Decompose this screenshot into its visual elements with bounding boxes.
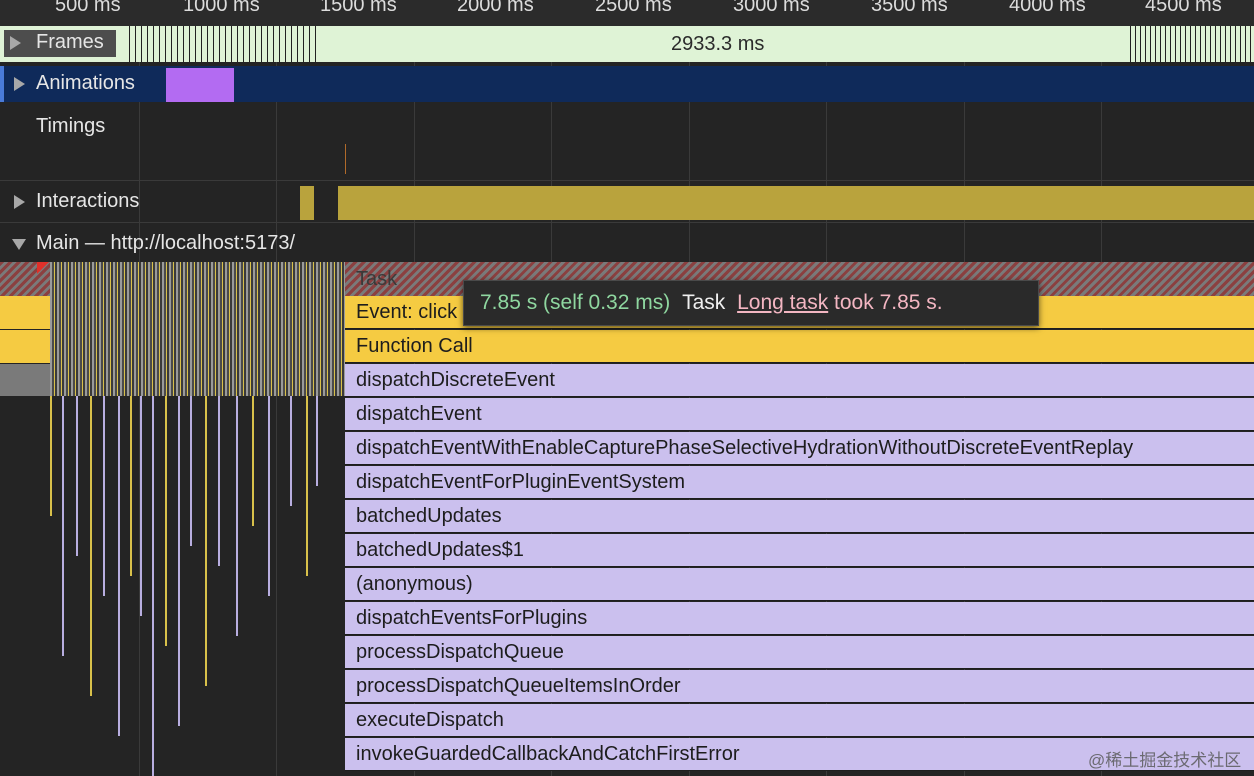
call-stack-stripe [290,396,292,506]
ruler-tick: 3500 ms [871,0,948,16]
call-stack-stripe [130,396,132,576]
task-label: Task [356,268,398,290]
flame-frame[interactable]: processDispatchQueue [345,636,1254,669]
flame-label: (anonymous) [356,573,473,595]
ruler-tick: 1000 ms [183,0,260,16]
watermark: @稀土掘金技术社区 [1088,751,1242,770]
call-stack-stripe [268,396,270,596]
main-thread-label: Main — http://localhost:5173/ [36,232,296,254]
call-stack-stripe [236,396,238,636]
call-stack-stripe [165,396,167,646]
call-stack-stripe [218,396,220,566]
expand-arrow-icon[interactable] [14,195,25,209]
ruler-tick: 2000 ms [457,0,534,16]
ruler-tick: 1500 ms [320,0,397,16]
collapse-arrow-icon[interactable] [12,239,26,250]
flame-label: dispatchEvent [356,403,482,425]
call-stack-stripe [62,396,64,656]
timing-marker[interactable] [345,144,346,174]
flame-frame[interactable]: dispatchEventWithEnableCapturePhaseSelec… [345,432,1254,465]
task-stripes[interactable] [50,262,345,396]
flame-label: invokeGuardedCallbackAndCatchFirstError [356,743,740,765]
ruler-tick: 500 ms [55,0,121,16]
call-stack-stripe [306,396,308,576]
call-stack-stripe [316,396,318,486]
flame-label: processDispatchQueue [356,641,564,663]
call-stack-stripe [140,396,142,616]
call-stack-stripe [76,396,78,556]
task-tooltip: 7.85 s (self 0.32 ms) Task Long task too… [463,280,1039,326]
interaction-bar[interactable] [338,186,1254,220]
task-block[interactable] [0,330,50,363]
divider [0,222,1254,223]
frame-duration: 2933.3 ms [671,33,765,55]
frames-label-box[interactable]: Frames [4,30,116,57]
task-block[interactable] [0,296,50,329]
interaction-bar[interactable] [300,186,314,220]
animations-track[interactable]: Animations [0,66,1254,102]
flame-frame[interactable]: dispatchEventForPluginEventSystem [345,466,1254,499]
ruler-tick: 4500 ms [1145,0,1222,16]
flame-label: dispatchDiscreteEvent [356,369,555,391]
flame-label: batchedUpdates$1 [356,539,524,561]
flame-frame[interactable]: processDispatchQueueItemsInOrder [345,670,1254,703]
short-tasks-area[interactable] [0,262,345,776]
flame-label: processDispatchQueueItemsInOrder [356,675,681,697]
interactions-label: Interactions [36,190,140,212]
flame-frame[interactable]: dispatchDiscreteEvent [345,364,1254,397]
ruler-tick: 4000 ms [1009,0,1086,16]
flame-label: dispatchEventWithEnableCapturePhaseSelec… [356,437,1134,459]
timings-label: Timings [36,115,106,137]
call-stack-stripe [190,396,192,546]
call-stack-stripes [0,396,345,776]
track-selected-indicator [0,66,4,102]
animation-block[interactable] [166,68,234,102]
ruler-tick: 2500 ms [595,0,672,16]
call-stack-stripe [252,396,254,526]
flame-label: executeDispatch [356,709,504,731]
frames-track[interactable]: Frames 2933.3 ms [0,26,1254,62]
flame-label: dispatchEventsForPlugins [356,607,588,629]
call-stack-stripe [50,396,52,516]
ruler-tick: 3000 ms [733,0,810,16]
flame-label: batchedUpdates [356,505,502,527]
flame-function-call[interactable]: Function Call [345,330,1254,363]
expand-arrow-icon[interactable] [10,36,21,50]
timings-track[interactable]: Timings [0,104,1254,180]
divider [0,180,1254,181]
frames-label: Frames [36,31,104,53]
flame-frame[interactable]: dispatchEventsForPlugins [345,602,1254,635]
call-stack-stripe [178,396,180,726]
flame-frame[interactable]: executeDispatch [345,704,1254,737]
frame-markers [124,26,317,62]
flame-label: Function Call [356,335,473,357]
expand-arrow-icon[interactable] [14,77,25,91]
time-ruler[interactable]: 500 ms 1000 ms 1500 ms 2000 ms 2500 ms 3… [0,0,1254,26]
call-stack-stripe [152,396,154,776]
flame-label: Event: click [356,301,458,323]
long-task-link[interactable]: Long task [737,291,828,314]
interactions-track[interactable]: Interactions [0,184,1254,220]
frame-markers [1126,26,1254,62]
call-stack-stripe [90,396,92,696]
flame-frame[interactable]: (anonymous) [345,568,1254,601]
call-stack-stripe [205,396,207,686]
tooltip-message: took 7.85 s. [834,291,943,314]
tooltip-duration: 7.85 s (self 0.32 ms) [480,291,671,314]
flame-label: dispatchEventForPluginEventSystem [356,471,686,493]
main-track-header[interactable]: Main — http://localhost:5173/ [0,226,1254,262]
flame-frame[interactable]: dispatchEvent [345,398,1254,431]
task-block[interactable] [0,364,50,396]
call-stack-stripe [118,396,120,736]
call-stack-stripe [103,396,105,596]
flame-frame[interactable]: batchedUpdates [345,500,1254,533]
tooltip-name: Task [682,291,726,314]
animations-label: Animations [36,72,135,94]
long-task-flag-icon [37,262,49,274]
flame-frame[interactable]: batchedUpdates$1 [345,534,1254,567]
